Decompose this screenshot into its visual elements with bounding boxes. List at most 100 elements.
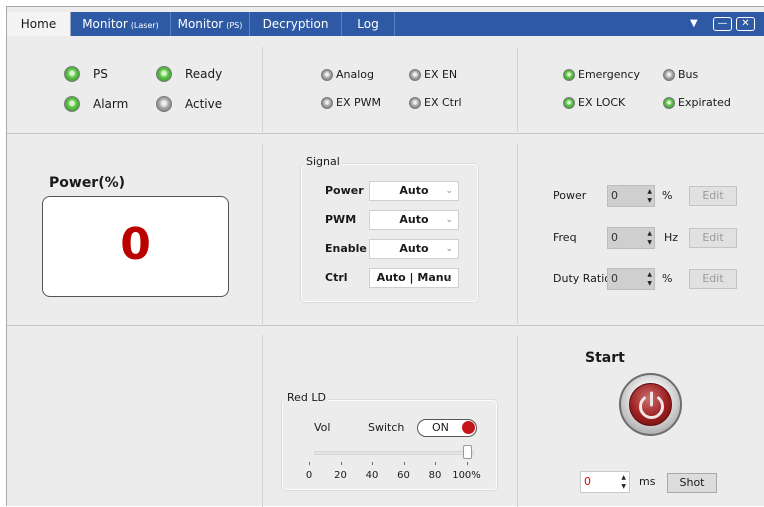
status-led-icon — [156, 96, 172, 112]
status-label: EX EN — [424, 68, 458, 81]
status-label: Active — [185, 97, 223, 111]
duty-ratio-input[interactable]: 0 ▲ ▼ — [607, 268, 655, 290]
status-led-icon — [663, 97, 675, 109]
divider — [262, 335, 263, 507]
pwm-select[interactable]: Auto ⌄ — [369, 210, 459, 230]
slider-tick — [372, 462, 373, 465]
minimize-button[interactable]: — — [713, 17, 732, 31]
input-value: 0 — [611, 231, 618, 244]
status-label: Bus — [678, 68, 699, 81]
tab-label: Monitor — [177, 17, 224, 31]
unit-label: Hz — [664, 231, 679, 244]
close-button[interactable]: ✕ — [736, 17, 755, 31]
start-title: Start — [585, 350, 625, 366]
switch-state: ON — [432, 421, 449, 434]
slider-tick-label: 100% — [452, 470, 481, 481]
unit-label: % — [662, 272, 673, 285]
slider-tick — [403, 462, 405, 465]
status-led-icon — [64, 96, 80, 112]
vol-label: Vol — [314, 421, 331, 434]
vol-slider-thumb[interactable] — [462, 445, 472, 459]
ms-unit-label: ms — [639, 475, 656, 488]
status-label: Analog — [336, 68, 375, 81]
power-display: 0 — [42, 196, 229, 297]
tab-sublabel: (PS) — [226, 21, 243, 30]
power-value: 0 — [120, 219, 151, 270]
input-value: 0 — [584, 475, 591, 488]
tab-label: Decryption — [262, 17, 329, 31]
edit-freq-button[interactable]: Edit — [689, 228, 737, 248]
ctrl-select[interactable]: Auto | Manu ⌄ — [369, 268, 459, 288]
chevron-down-icon: ⌄ — [445, 273, 453, 283]
signal-group-title: Signal — [304, 155, 342, 168]
input-value: 0 — [611, 272, 618, 285]
slider-tick — [309, 462, 310, 465]
divider — [517, 335, 518, 507]
tab-log[interactable]: Log — [342, 12, 395, 36]
status-led-icon — [321, 69, 333, 81]
tab-decryption[interactable]: Decryption — [250, 12, 342, 36]
edit-duty-ratio-button[interactable]: Edit — [689, 269, 737, 289]
slider-tick-label: 0 — [305, 470, 313, 481]
input-value: 0 — [611, 189, 618, 202]
spinner-icon[interactable]: ▲ ▼ — [647, 229, 652, 247]
status-label: PS — [93, 67, 108, 81]
divider — [517, 47, 518, 132]
red-ld-switch[interactable]: ON — [417, 419, 477, 437]
divider — [517, 144, 518, 324]
select-value: Auto — [399, 242, 429, 255]
switch-label: Switch — [368, 421, 405, 434]
shot-button[interactable]: Shot — [667, 473, 717, 493]
tab-monitor-ps[interactable]: Monitor (PS) — [171, 12, 250, 36]
ms-input[interactable]: 0 ▲ ▼ — [580, 471, 630, 493]
power-input[interactable]: 0 ▲ ▼ — [607, 185, 655, 207]
status-label: EX Ctrl — [424, 96, 462, 109]
param-label: Freq — [553, 231, 577, 244]
slider-tick — [340, 462, 342, 465]
divider — [7, 325, 764, 326]
status-label: Emergency — [578, 68, 641, 81]
param-label: Duty Ratio — [553, 272, 612, 285]
status-led-icon — [156, 66, 172, 82]
enable-select[interactable]: Auto ⌄ — [369, 239, 459, 259]
spinner-icon[interactable]: ▲ ▼ — [647, 270, 652, 288]
status-label: Alarm — [93, 97, 129, 111]
slider-tick-label: 20 — [334, 470, 347, 481]
status-led-icon — [409, 97, 421, 109]
status-led-icon — [321, 97, 333, 109]
status-led-icon — [64, 66, 80, 82]
edit-power-button[interactable]: Edit — [689, 186, 737, 206]
select-value: Auto — [399, 213, 429, 226]
status-led-icon — [409, 69, 421, 81]
status-led-icon — [563, 69, 575, 81]
vol-slider[interactable] — [314, 451, 474, 455]
divider — [262, 47, 263, 132]
select-value: Auto — [399, 184, 429, 197]
spinner-icon[interactable]: ▲ ▼ — [621, 473, 626, 491]
tab-label: Log — [357, 17, 379, 31]
power-select[interactable]: Auto ⌄ — [369, 181, 459, 201]
slider-tick-label: 40 — [365, 470, 379, 481]
power-title: Power(%) — [49, 175, 126, 191]
status-led-icon — [663, 69, 675, 81]
red-ld-title: Red LD — [285, 391, 328, 404]
tab-monitor-laser[interactable]: Monitor (Laser) — [71, 12, 171, 36]
dropdown-icon[interactable]: ▼ — [690, 12, 698, 36]
chevron-down-icon: ⌄ — [445, 215, 453, 225]
select-value: Auto | Manu — [376, 271, 452, 284]
signal-label: Power — [325, 184, 364, 197]
status-label: Expirated — [678, 96, 731, 109]
start-button[interactable] — [619, 373, 682, 436]
tab-home[interactable]: Home — [7, 12, 71, 36]
switch-knob — [462, 421, 475, 434]
power-icon — [629, 383, 672, 426]
unit-label: % — [662, 189, 673, 202]
param-label: Power — [553, 189, 587, 202]
tab-bar: Home Monitor (Laser) Monitor (PS) Decrypti… — [7, 12, 764, 36]
status-label: Ready — [185, 67, 223, 81]
signal-label: Enable — [325, 242, 367, 255]
chevron-down-icon: ⌄ — [445, 244, 453, 254]
spinner-icon[interactable]: ▲ ▼ — [647, 187, 652, 205]
tab-label: Home — [20, 17, 57, 31]
freq-input[interactable]: 0 ▲ ▼ — [607, 227, 655, 249]
